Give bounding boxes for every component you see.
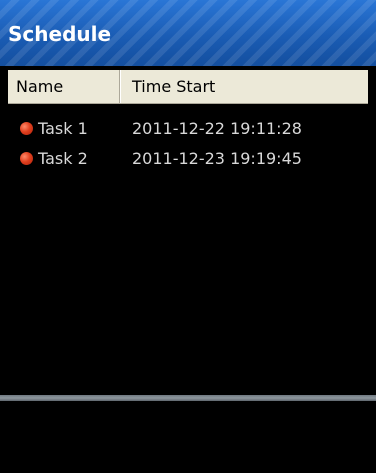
red-dot-icon xyxy=(20,152,33,165)
task-list: Task 1 2011-12-22 19:11:28 Task 2 2011-1… xyxy=(8,104,368,174)
window-title: Schedule xyxy=(8,22,112,46)
task-name: Task 1 xyxy=(38,119,88,138)
title-bar: Schedule xyxy=(0,0,376,66)
task-name: Task 2 xyxy=(38,149,88,168)
schedule-window: Schedule Name Time Start Task 1 2011-12-… xyxy=(0,0,376,473)
table-row[interactable]: Task 1 2011-12-22 19:11:28 xyxy=(8,114,368,144)
table-row[interactable]: Task 2 2011-12-23 19:19:45 xyxy=(8,144,368,174)
task-time-start: 2011-12-22 19:11:28 xyxy=(132,119,302,138)
task-time-start: 2011-12-23 19:19:45 xyxy=(132,149,302,168)
column-header-time-start[interactable]: Time Start xyxy=(121,70,368,103)
list-header: Name Time Start xyxy=(8,70,368,104)
column-header-name[interactable]: Name xyxy=(8,70,120,103)
red-dot-icon xyxy=(20,122,33,135)
detail-panel xyxy=(0,401,376,473)
